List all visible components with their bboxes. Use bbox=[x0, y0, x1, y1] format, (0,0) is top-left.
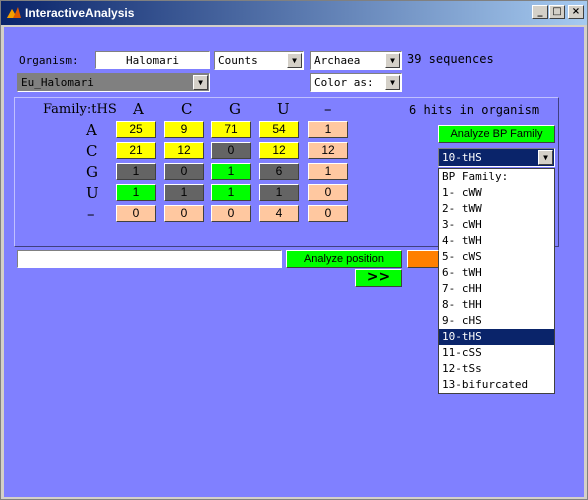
hits-text: 6 hits in organism bbox=[409, 103, 540, 117]
row-header-a: A bbox=[86, 121, 97, 139]
col-header-g: G bbox=[229, 100, 241, 118]
matrix-cell[interactable]: 6 bbox=[259, 163, 299, 180]
col-header-c: C bbox=[181, 100, 193, 118]
bp-family-option[interactable]: BP Family: bbox=[439, 169, 554, 185]
bp-family-option[interactable]: 3- cWH bbox=[439, 217, 554, 233]
chevron-down-icon[interactable]: ▼ bbox=[385, 75, 400, 90]
sequences-count: 39 sequences bbox=[407, 52, 494, 66]
matrix-cell[interactable]: 1 bbox=[211, 163, 251, 180]
organism-input[interactable]: Halomari bbox=[95, 51, 210, 69]
row-header-u: U bbox=[86, 184, 99, 202]
matrix-cell[interactable]: 0 bbox=[164, 163, 204, 180]
window-title: InteractiveAnalysis bbox=[25, 6, 135, 20]
bp-family-dropdown-list[interactable]: BP Family: 1- cWW 2- tWW 3- cWH 4- tWH 5- cWS… bbox=[438, 168, 555, 394]
matrix-cell[interactable]: 21 bbox=[116, 142, 156, 159]
bp-family-option[interactable]: 9- cHS bbox=[439, 313, 554, 329]
maximize-button[interactable]: □ bbox=[549, 5, 565, 19]
bp-family-option[interactable]: 12-tSs bbox=[439, 361, 554, 377]
matrix-cell[interactable]: 1 bbox=[164, 184, 204, 201]
bp-family-option[interactable]: 4- tWH bbox=[439, 233, 554, 249]
matlab-icon bbox=[7, 7, 21, 18]
matrix-cell[interactable]: 9 bbox=[164, 121, 204, 138]
matrix-cell[interactable]: 12 bbox=[308, 142, 348, 159]
counts-select[interactable]: Counts ▼ bbox=[214, 51, 304, 70]
chevron-down-icon[interactable]: ▼ bbox=[385, 53, 400, 68]
bp-family-option[interactable]: 5- cWS bbox=[439, 249, 554, 265]
matrix-cell[interactable]: 1 bbox=[308, 163, 348, 180]
matrix-cell[interactable]: 1 bbox=[308, 121, 348, 138]
row-header-c: C bbox=[86, 142, 98, 160]
minimize-button[interactable]: _ bbox=[532, 5, 548, 19]
orange-button[interactable] bbox=[407, 250, 439, 268]
matrix-cell[interactable]: 0 bbox=[308, 205, 348, 222]
matrix-cell[interactable]: 54 bbox=[259, 121, 299, 138]
next-button[interactable]: >> bbox=[355, 269, 402, 287]
bp-family-option[interactable]: 10-tHS bbox=[439, 329, 554, 345]
matrix-cell[interactable]: 1 bbox=[259, 184, 299, 201]
analyze-position-button[interactable]: Analyze position bbox=[286, 250, 402, 268]
matrix-cell[interactable]: 0 bbox=[116, 205, 156, 222]
bp-family-option[interactable]: 6- tWH bbox=[439, 265, 554, 281]
figure-area: Organism: Halomari Counts ▼ Archaea ▼ 39… bbox=[4, 27, 584, 497]
bp-family-option[interactable]: 13-bifurcated bbox=[439, 377, 554, 393]
row-header-gap: – bbox=[87, 205, 95, 223]
color-select-value: Color as: bbox=[314, 76, 374, 89]
matrix-cell[interactable]: 12 bbox=[259, 142, 299, 159]
matrix-cell[interactable]: 71 bbox=[211, 121, 251, 138]
organism-label: Organism: bbox=[19, 54, 79, 67]
matrix-cell[interactable]: 4 bbox=[259, 205, 299, 222]
col-header-u: U bbox=[277, 100, 290, 118]
chevron-down-icon[interactable]: ▼ bbox=[193, 75, 208, 90]
matrix-cell[interactable]: 0 bbox=[164, 205, 204, 222]
color-select[interactable]: Color as: ▼ bbox=[310, 73, 402, 92]
matrix-cell[interactable]: 1 bbox=[211, 184, 251, 201]
matrix-cell[interactable]: 1 bbox=[116, 184, 156, 201]
matrix-cell[interactable]: 0 bbox=[211, 142, 251, 159]
bp-family-option[interactable]: 1- cWW bbox=[439, 185, 554, 201]
bp-family-select[interactable]: 10-tHS ▼ bbox=[438, 148, 555, 167]
col-header-a: A bbox=[133, 100, 144, 118]
species-select-value: Eu_Halomari bbox=[21, 76, 94, 89]
bp-family-option[interactable]: 7- cHH bbox=[439, 281, 554, 297]
bp-family-option[interactable]: 2- tWW bbox=[439, 201, 554, 217]
position-input[interactable] bbox=[17, 250, 282, 268]
col-header-gap: – bbox=[324, 100, 332, 118]
counts-select-value: Counts bbox=[218, 54, 258, 67]
matrix-cell[interactable]: 0 bbox=[308, 184, 348, 201]
title-bar: InteractiveAnalysis _ □ × bbox=[1, 1, 587, 25]
domain-select-value: Archaea bbox=[314, 54, 361, 67]
matrix-cell[interactable]: 1 bbox=[116, 163, 156, 180]
bp-family-select-value: 10-tHS bbox=[442, 151, 482, 164]
app-window: InteractiveAnalysis _ □ × Organism: Halo… bbox=[0, 0, 588, 500]
bp-family-option[interactable]: 11-cSS bbox=[439, 345, 554, 361]
chevron-down-icon[interactable]: ▼ bbox=[287, 53, 302, 68]
chevron-down-icon[interactable]: ▼ bbox=[538, 150, 553, 165]
matrix-cell[interactable]: 12 bbox=[164, 142, 204, 159]
close-button[interactable]: × bbox=[568, 5, 584, 19]
family-label: Family:tHS bbox=[43, 102, 117, 117]
row-header-g: G bbox=[86, 163, 98, 181]
matrix-cell[interactable]: 0 bbox=[211, 205, 251, 222]
species-select[interactable]: Eu_Halomari ▼ bbox=[17, 73, 210, 92]
domain-select[interactable]: Archaea ▼ bbox=[310, 51, 402, 70]
matrix-cell[interactable]: 25 bbox=[116, 121, 156, 138]
analyze-bp-family-button[interactable]: Analyze BP Family bbox=[438, 125, 555, 143]
bp-family-option[interactable]: 8- tHH bbox=[439, 297, 554, 313]
